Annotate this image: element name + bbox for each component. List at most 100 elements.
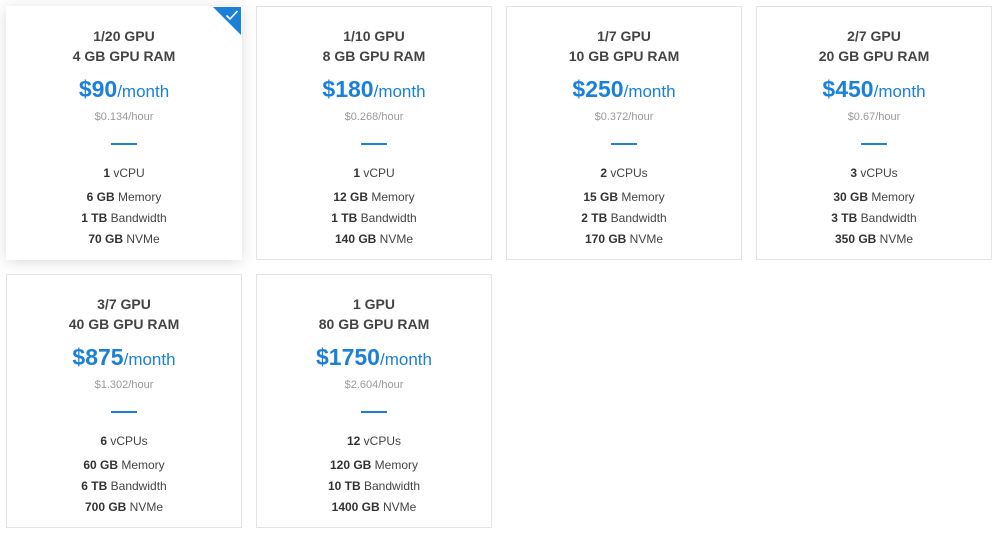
price-amount: $180 <box>322 76 374 102</box>
spec-label: Bandwidth <box>860 211 917 225</box>
spec-item: 12 GB Memory <box>257 187 491 208</box>
gpu-fraction: 1/7 GPU <box>597 28 651 44</box>
spec-value: 15 GB <box>583 190 618 204</box>
spec-item: 1400 GB NVMe <box>257 497 491 518</box>
monthly-price: $1750/month <box>257 342 491 376</box>
spec-label: Bandwidth <box>610 211 667 225</box>
hourly-price: $2.604/hour <box>344 379 404 391</box>
plan-grid: 1/20 GPU 4 GB GPU RAM $90/month $0.134/hour… <box>0 0 1000 535</box>
spec-value: 1 TB <box>81 211 108 225</box>
spec-value: 3 <box>850 166 857 180</box>
spec-label: Bandwidth <box>110 479 167 493</box>
monthly-price: $450/month <box>757 74 991 108</box>
spec-item: 350 GB NVMe <box>757 229 991 250</box>
price-divider <box>111 143 137 145</box>
checkmark-icon <box>225 10 239 21</box>
spec-label: NVMe <box>126 232 160 246</box>
spec-item: 700 GB NVMe <box>7 497 241 518</box>
gpu-ram: 80 GB GPU RAM <box>318 316 430 332</box>
spec-item: 140 GB NVMe <box>257 229 491 250</box>
plan-card[interactable]: 1/10 GPU 8 GB GPU RAM $180/month $0.268/hou… <box>256 6 492 260</box>
plan-card[interactable]: 1 GPU 80 GB GPU RAM $1750/month $2.604/hour… <box>256 274 492 528</box>
spec-item: 70 GB NVMe <box>7 229 241 250</box>
spec-item: 6 TB Bandwidth <box>7 476 241 497</box>
gpu-fraction: 1/20 GPU <box>93 28 155 44</box>
spec-item: 1 TB Bandwidth <box>257 208 491 229</box>
spec-item: 1 vCPU <box>7 165 241 181</box>
price-amount: $1750 <box>316 344 380 370</box>
gpu-ram: 10 GB GPU RAM <box>568 48 680 64</box>
price-amount: $250 <box>572 76 624 102</box>
spec-value: 6 TB <box>81 479 108 493</box>
spec-label: vCPUs <box>110 434 148 448</box>
price-unit: /month <box>623 82 676 101</box>
spec-item: 10 TB Bandwidth <box>257 476 491 497</box>
price-unit: /month <box>117 82 170 101</box>
spec-label: vCPUs <box>610 166 648 180</box>
spec-label: Memory <box>118 190 162 204</box>
hourly-price: $1.302/hour <box>94 379 154 391</box>
spec-item: 2 vCPUs <box>507 165 741 181</box>
plan-card[interactable]: 1/7 GPU 10 GB GPU RAM $250/month $0.372/hou… <box>506 6 742 260</box>
hourly-price: $0.372/hour <box>594 111 654 123</box>
price-divider <box>861 143 887 145</box>
spec-value: 6 GB <box>86 190 115 204</box>
spec-label: Memory <box>121 458 165 472</box>
spec-value: 700 GB <box>84 500 127 514</box>
spec-value: 60 GB <box>83 458 118 472</box>
plan-card[interactable]: 2/7 GPU 20 GB GPU RAM $450/month $0.67/hour… <box>756 6 992 260</box>
spec-value: 10 TB <box>327 479 361 493</box>
gpu-ram: 20 GB GPU RAM <box>818 48 930 64</box>
spec-value: 2 TB <box>581 211 608 225</box>
spec-item: 2 TB Bandwidth <box>507 208 741 229</box>
spec-item: 30 GB Memory <box>757 187 991 208</box>
spec-label: vCPUs <box>363 434 402 448</box>
spec-item: 1 TB Bandwidth <box>7 208 241 229</box>
monthly-price: $90/month <box>7 74 241 108</box>
gpu-fraction: 1/10 GPU <box>343 28 405 44</box>
spec-label: NVMe <box>129 500 164 514</box>
gpu-fraction: 2/7 GPU <box>847 28 901 44</box>
spec-item: 120 GB Memory <box>257 455 491 476</box>
gpu-ram: 4 GB GPU RAM <box>72 48 176 64</box>
spec-label: NVMe <box>383 500 417 514</box>
monthly-price: $875/month <box>7 342 241 376</box>
spec-value: 170 GB <box>584 232 627 246</box>
spec-label: NVMe <box>879 232 914 246</box>
price-amount: $450 <box>822 76 874 102</box>
spec-label: vCPUs <box>860 166 898 180</box>
price-amount: $875 <box>72 344 124 370</box>
spec-value: 3 TB <box>831 211 858 225</box>
spec-value: 6 <box>100 434 107 448</box>
spec-label: Memory <box>371 190 415 204</box>
spec-label: NVMe <box>629 232 664 246</box>
spec-label: vCPU <box>363 166 395 180</box>
hourly-price: $0.67/hour <box>847 111 901 123</box>
spec-item: 6 GB Memory <box>7 187 241 208</box>
monthly-price: $180/month <box>257 74 491 108</box>
spec-value: 1400 GB <box>331 500 380 514</box>
spec-value: 1 TB <box>331 211 358 225</box>
spec-label: Memory <box>621 190 665 204</box>
gpu-fraction: 3/7 GPU <box>97 296 151 312</box>
spec-item: 12 vCPUs <box>257 433 491 449</box>
price-divider <box>361 143 387 145</box>
spec-label: Bandwidth <box>110 211 167 225</box>
price-divider <box>611 143 637 145</box>
price-divider <box>361 411 387 413</box>
spec-value: 1 <box>353 166 360 180</box>
plan-card[interactable]: 3/7 GPU 40 GB GPU RAM $875/month $1.302/hou… <box>6 274 242 528</box>
spec-value: 30 GB <box>833 190 868 204</box>
price-unit: /month <box>379 350 432 369</box>
spec-label: Bandwidth <box>363 479 421 493</box>
spec-value: 12 GB <box>333 190 368 204</box>
price-unit: /month <box>123 350 176 369</box>
price-unit: /month <box>873 82 926 101</box>
spec-label: Memory <box>374 458 419 472</box>
spec-label: Bandwidth <box>360 211 417 225</box>
gpu-ram: 8 GB GPU RAM <box>322 48 426 64</box>
gpu-fraction: 1 GPU <box>352 296 395 312</box>
spec-value: 70 GB <box>88 232 123 246</box>
spec-label: NVMe <box>379 232 414 246</box>
plan-card[interactable]: 1/20 GPU 4 GB GPU RAM $90/month $0.134/hour… <box>6 6 242 260</box>
